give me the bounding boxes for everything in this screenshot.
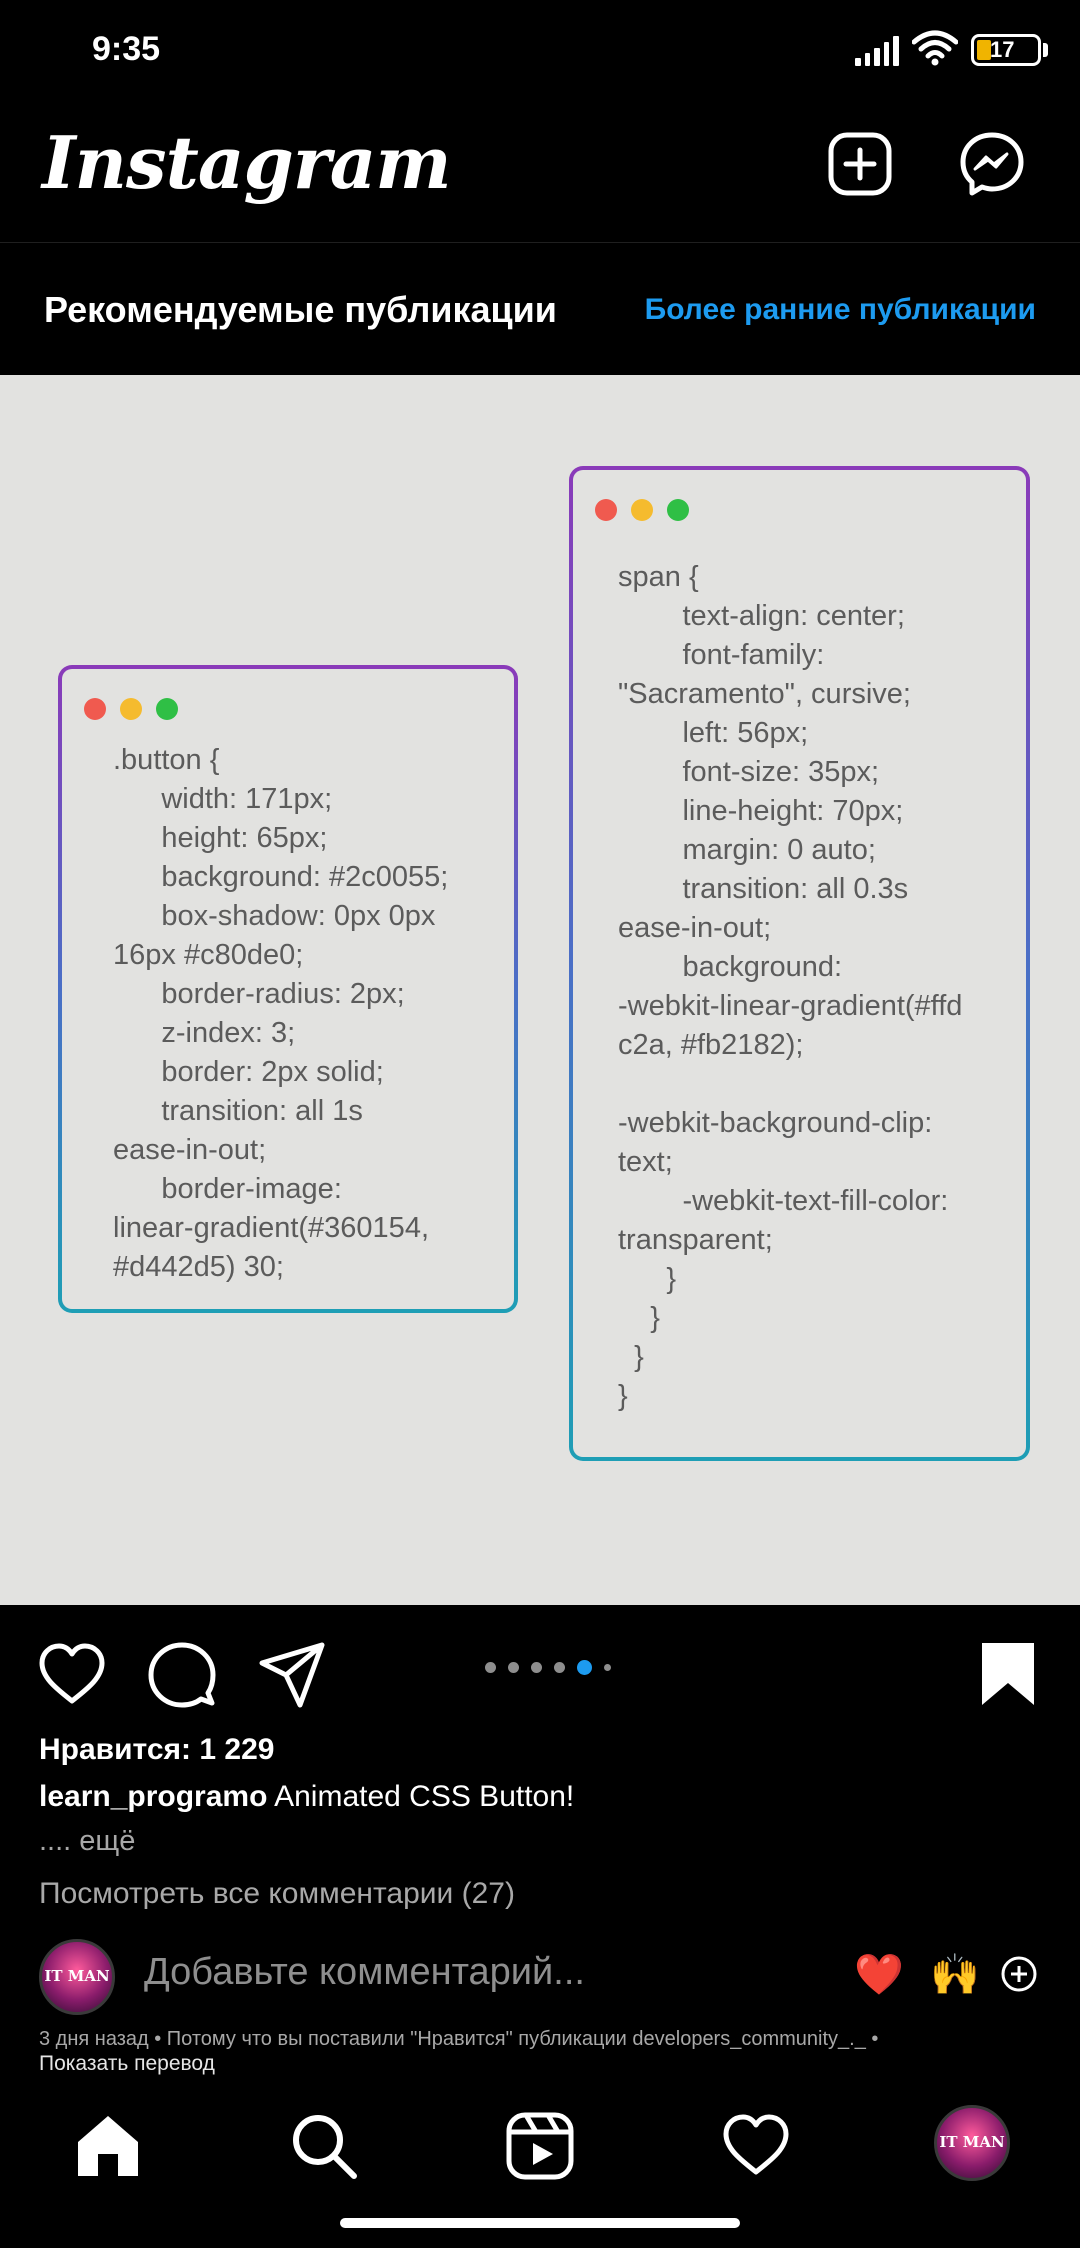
code-card-left: .button { width: 171px; height: 65px; ba…: [58, 665, 518, 1313]
carousel-dot: [554, 1662, 565, 1673]
more-link[interactable]: .... ещё: [39, 1825, 135, 1858]
new-post-icon[interactable]: [826, 130, 894, 198]
yellow-dot: [120, 698, 142, 720]
activity-heart-icon[interactable]: [720, 2110, 792, 2182]
show-translation-link[interactable]: Показать перевод: [39, 2052, 215, 2076]
post-actions: [0, 1605, 1080, 1735]
suggested-title: Рекомендуемые публикации: [44, 289, 557, 330]
bottom-nav: IT MAN: [0, 2090, 1080, 2248]
caption-text: Animated CSS Button!: [274, 1780, 575, 1813]
add-comment-row: IT MAN Добавьте комментарий... ❤️ 🙌: [0, 1935, 1080, 2021]
like-heart-icon[interactable]: [36, 1639, 108, 1711]
red-dot: [84, 698, 106, 720]
add-emoji-icon[interactable]: [1000, 1955, 1038, 1993]
carousel-dot: [531, 1662, 542, 1673]
likes-count[interactable]: Нравится: 1 229: [39, 1733, 274, 1767]
post-caption: learn_programo Animated CSS Button!: [39, 1780, 574, 1814]
green-dot: [156, 698, 178, 720]
window-dots: [84, 698, 178, 720]
battery-level: 17: [990, 37, 1015, 62]
messenger-icon[interactable]: [958, 130, 1026, 198]
avatar-label: IT MAN: [44, 1967, 110, 1985]
post-username[interactable]: learn_programo: [39, 1780, 267, 1813]
yellow-dot: [631, 499, 653, 521]
window-dots: [595, 499, 689, 521]
reels-icon[interactable]: [504, 2110, 576, 2182]
app-bar: Instagram: [0, 100, 1080, 243]
carousel-dot-active: [577, 1660, 592, 1675]
bookmark-icon[interactable]: [972, 1639, 1044, 1711]
home-indicator[interactable]: [340, 2218, 740, 2228]
battery-tip: [1043, 43, 1048, 57]
older-posts-link[interactable]: Более ранние публикации: [645, 293, 1036, 327]
green-dot: [667, 499, 689, 521]
profile-avatar-tab[interactable]: IT MAN: [934, 2105, 1010, 2181]
suggested-posts-header: Рекомендуемые публикации Более ранние пу…: [0, 243, 1080, 375]
code-card-right: span { text-align: center; font-family: …: [569, 466, 1030, 1461]
share-send-icon[interactable]: [256, 1639, 328, 1711]
home-icon[interactable]: [72, 2110, 144, 2182]
carousel-indicator: [485, 1660, 611, 1675]
comment-input[interactable]: Добавьте комментарий...: [144, 1951, 585, 1994]
view-all-comments-link[interactable]: Посмотреть все комментарии (27): [39, 1877, 515, 1911]
comment-icon[interactable]: [146, 1639, 218, 1711]
post-meta: 3 дня назад • Потому что вы поставили "Н…: [39, 2028, 879, 2050]
battery-icon: 17: [971, 34, 1041, 66]
status-bar: 9:35 17: [0, 0, 1080, 100]
carousel-dot: [604, 1664, 611, 1671]
raised-hands-emoji-button[interactable]: 🙌: [930, 1951, 980, 1998]
carousel-dot: [508, 1662, 519, 1673]
carousel-dot: [485, 1662, 496, 1673]
heart-emoji-button[interactable]: ❤️: [854, 1951, 904, 1998]
wifi-icon: [912, 30, 958, 66]
status-time: 9:35: [92, 30, 161, 68]
red-dot: [595, 499, 617, 521]
code-block-left: .button { width: 171px; height: 65px; ba…: [113, 744, 449, 1283]
search-icon[interactable]: [288, 2110, 360, 2182]
profile-avatar-label: IT MAN: [939, 2133, 1005, 2151]
avatar[interactable]: IT MAN: [39, 1939, 115, 2015]
instagram-logo[interactable]: Instagram: [42, 120, 452, 205]
signal-icon: [855, 34, 899, 66]
code-block-right: span { text-align: center; font-family: …: [618, 561, 963, 1412]
